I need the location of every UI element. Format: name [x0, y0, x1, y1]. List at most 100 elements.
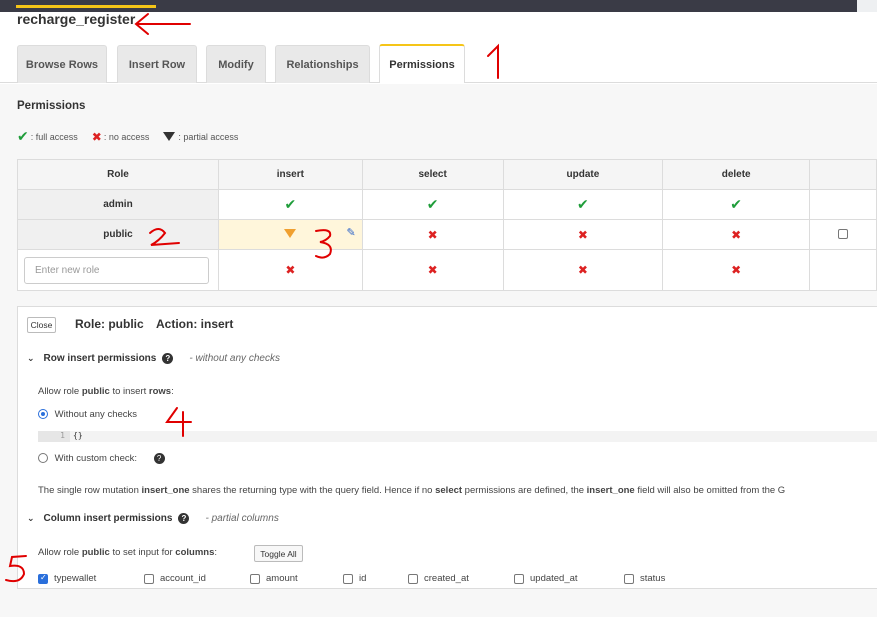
insert-one-info: The single row mutation insert_one share…: [38, 485, 786, 496]
annotation-number-2: [149, 228, 180, 246]
tab-insert-row[interactable]: Insert Row: [117, 45, 197, 83]
table-row: admin ✔ ✔ ✔ ✔: [17, 189, 877, 220]
column-permissions-title: Column insert permissions: [43, 513, 173, 524]
annotation-number-3: [315, 229, 332, 259]
column-label: created_at: [424, 573, 469, 584]
col-header-insert: insert: [217, 159, 363, 190]
checkbox[interactable]: [514, 573, 524, 584]
option-custom-label: With custom check:: [54, 453, 137, 464]
public-update-cell[interactable]: ✖: [502, 219, 664, 250]
checkbox[interactable]: [408, 573, 418, 584]
new-select-cell[interactable]: ✖: [361, 249, 504, 291]
admin-select-cell[interactable]: ✔: [361, 189, 504, 220]
check-icon: ✔: [730, 196, 743, 212]
toggle-all-button[interactable]: Toggle All: [254, 545, 303, 562]
row-permissions-note: - without any checks: [189, 353, 280, 364]
column-checkbox-created-at[interactable]: created_at: [408, 573, 469, 584]
column-checkbox-updated-at[interactable]: updated_at: [514, 573, 578, 584]
bulk-select-checkbox[interactable]: [838, 229, 849, 240]
permissions-legend: ✔ : full access ✖ : no access : partial …: [17, 128, 240, 145]
admin-bulk-cell: [809, 189, 877, 220]
col-header-role: Role: [17, 159, 219, 190]
legend-full: : full access: [30, 131, 78, 142]
new-role-input[interactable]: Enter new role: [24, 256, 209, 284]
column-checkbox-id[interactable]: id: [343, 573, 366, 584]
tab-modify[interactable]: Modify: [206, 45, 266, 83]
cross-icon: ✖: [577, 263, 588, 277]
admin-delete-cell[interactable]: ✔: [662, 189, 811, 220]
radio-without-checks[interactable]: [38, 409, 48, 420]
cross-icon: ✖: [427, 227, 438, 242]
admin-update-cell[interactable]: ✔: [502, 189, 664, 220]
column-checkbox-account-id[interactable]: account_id: [144, 573, 206, 584]
new-role-cell: Enter new role: [17, 249, 219, 291]
option-without-label: Without any checks: [54, 409, 138, 420]
annotation-number-4: [165, 407, 192, 437]
legend-partial: : partial access: [178, 131, 239, 142]
checkbox[interactable]: [343, 573, 353, 584]
filter-icon: [284, 228, 297, 238]
chevron-down-icon: ⌄: [27, 353, 35, 363]
allow-rows-text: Allow role public to insert rows:: [38, 386, 174, 397]
cross-icon: ✖: [577, 227, 588, 242]
code-text: {}: [73, 431, 83, 440]
annotation-number-5: [5, 555, 27, 583]
column-checkbox-amount[interactable]: amount: [250, 573, 298, 584]
permissions-title: Permissions: [17, 100, 86, 112]
table-header-row: Role insert select update delete: [17, 159, 877, 190]
arrow-annotation: [134, 13, 191, 35]
col-header-update: update: [502, 159, 664, 190]
col-header-delete: delete: [662, 159, 811, 190]
checkbox[interactable]: [250, 573, 260, 584]
help-icon[interactable]: ?: [178, 513, 190, 524]
legend-none: : no access: [103, 131, 150, 142]
new-delete-cell[interactable]: ✖: [662, 249, 811, 291]
help-icon[interactable]: ?: [153, 453, 165, 464]
option-custom-check[interactable]: With custom check: ?: [38, 453, 165, 464]
radio-custom-check[interactable]: [38, 453, 48, 464]
cross-icon: ✖: [285, 263, 296, 277]
code-line-number: 1: [38, 431, 70, 442]
col-header-select: select: [361, 159, 504, 190]
role-public: public: [17, 219, 219, 250]
tab-relationships[interactable]: Relationships: [275, 45, 370, 83]
pencil-icon[interactable]: ✎: [347, 226, 356, 239]
filter-icon: [163, 132, 176, 141]
public-delete-cell[interactable]: ✖: [662, 219, 811, 250]
checkbox[interactable]: [38, 573, 48, 584]
row-permissions-header[interactable]: ⌄ Row insert permissions ? - without any…: [27, 353, 280, 364]
column-label: typewallet: [54, 573, 97, 584]
column-checkbox-status[interactable]: status: [624, 573, 665, 584]
tab-permissions[interactable]: Permissions: [379, 44, 465, 83]
public-insert-cell[interactable]: ✎: [217, 219, 363, 250]
check-icon: ✔: [577, 196, 589, 212]
editor-action-label: Action: insert: [156, 317, 234, 331]
table-title: recharge_register: [17, 11, 136, 27]
bottom-strip: [0, 589, 877, 617]
help-icon[interactable]: ?: [162, 353, 174, 364]
cross-icon: ✖: [91, 129, 102, 144]
allow-columns-text: Allow role public to set input for colum…: [38, 547, 217, 558]
admin-insert-cell[interactable]: ✔: [217, 189, 363, 220]
column-label: updated_at: [530, 573, 578, 584]
column-checkbox-typewallet[interactable]: typewallet: [38, 573, 96, 584]
public-bulk-cell: [809, 219, 877, 250]
new-insert-cell[interactable]: ✖: [217, 249, 363, 291]
checkbox[interactable]: [624, 573, 634, 584]
new-update-cell[interactable]: ✖: [502, 249, 664, 291]
close-button[interactable]: Close: [27, 317, 56, 333]
cross-icon: ✖: [731, 227, 742, 242]
checkbox[interactable]: [144, 573, 154, 584]
tab-browse-rows[interactable]: Browse Rows: [17, 45, 107, 83]
column-label: amount: [266, 573, 298, 584]
column-permissions-header[interactable]: ⌄ Column insert permissions ? - partial …: [27, 513, 279, 524]
option-without-checks[interactable]: Without any checks: [38, 409, 137, 420]
cross-icon: ✖: [427, 263, 438, 277]
public-select-cell[interactable]: ✖: [361, 219, 504, 250]
new-role-row: Enter new role ✖ ✖ ✖ ✖: [17, 249, 877, 291]
role-admin: admin: [17, 189, 219, 220]
top-bar-corner: [857, 0, 877, 12]
check-icon: ✔: [426, 196, 439, 212]
check-icon: ✔: [17, 128, 29, 144]
column-label: id: [359, 573, 367, 584]
